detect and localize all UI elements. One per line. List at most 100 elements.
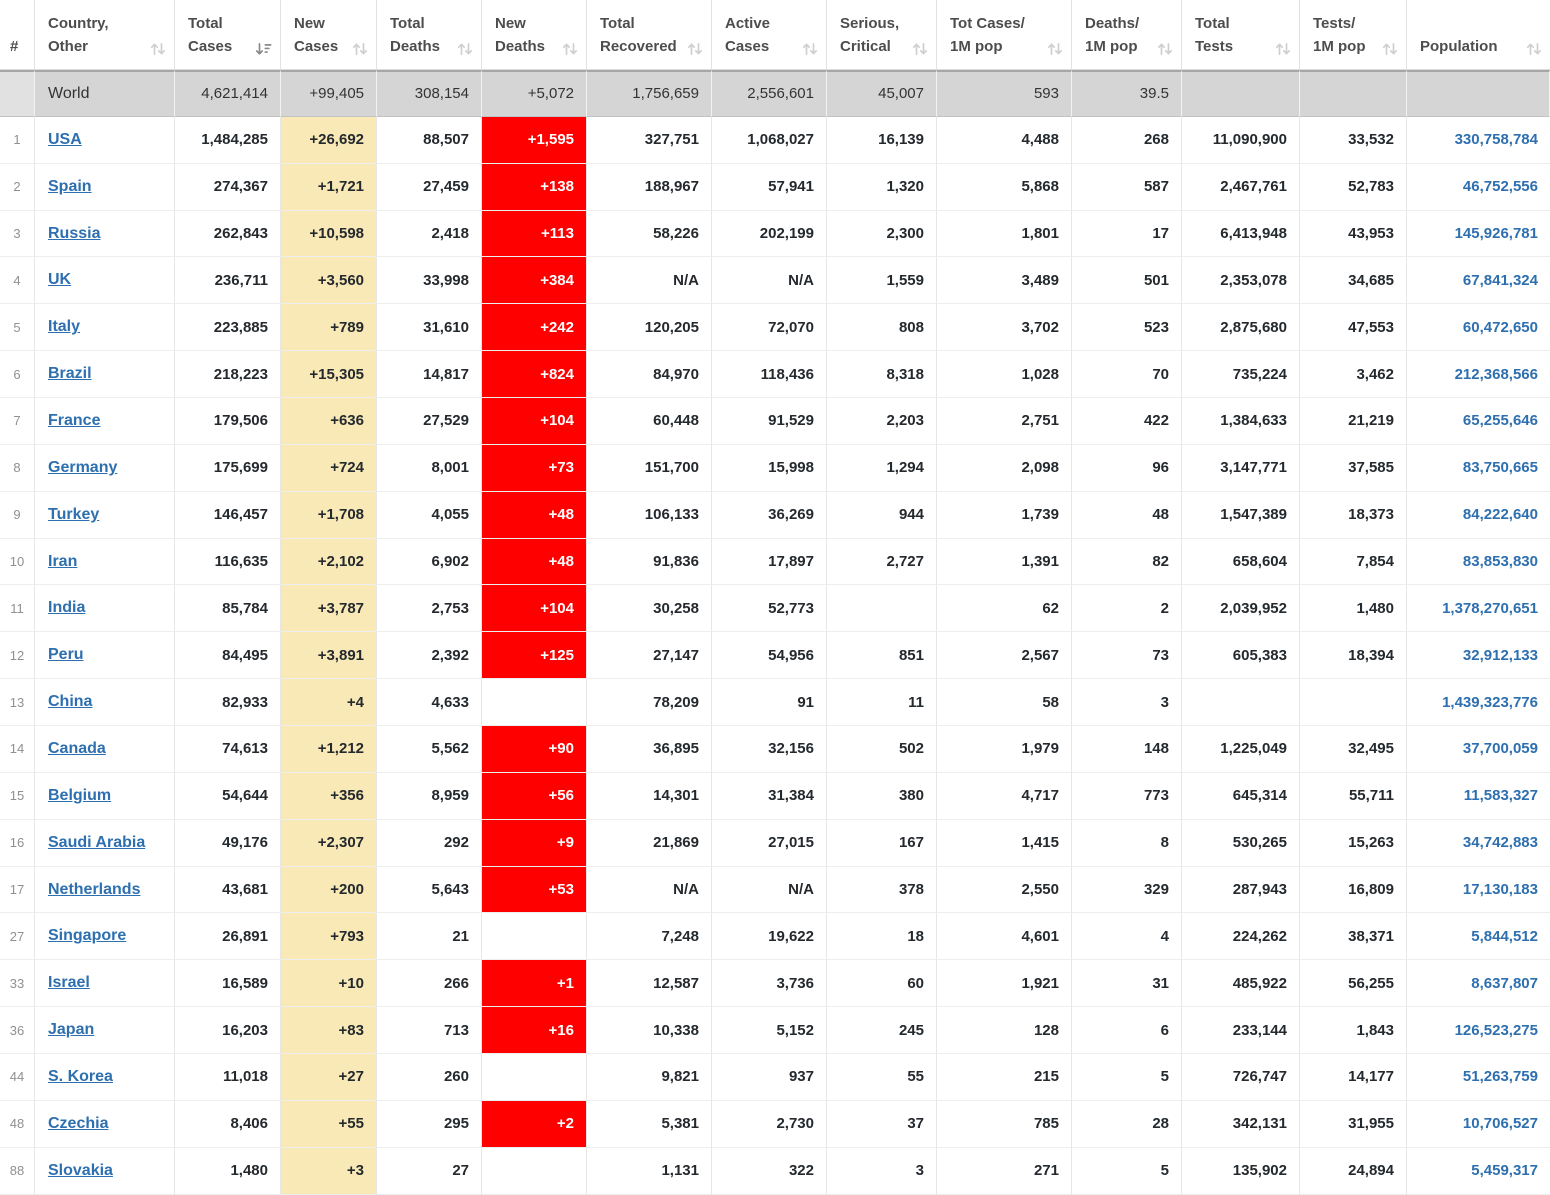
country-link[interactable]: Netherlands bbox=[48, 881, 140, 898]
cell-population: 65,255,646 bbox=[1407, 398, 1550, 445]
cell-total_cases: 11,018 bbox=[175, 1054, 281, 1101]
cell-total_cases: 8,406 bbox=[175, 1101, 281, 1148]
country-link[interactable]: Brazil bbox=[48, 365, 92, 382]
country-link[interactable]: Saudi Arabia bbox=[48, 834, 145, 851]
country-link[interactable]: S. Korea bbox=[48, 1068, 113, 1085]
country-link[interactable]: Germany bbox=[48, 459, 117, 476]
country-link[interactable]: Czechia bbox=[48, 1115, 108, 1132]
cell-tests_per_1m: 24,894 bbox=[1300, 1148, 1407, 1195]
cell-total_recovered: 27,147 bbox=[587, 632, 712, 679]
country-link[interactable]: Canada bbox=[48, 740, 106, 757]
cell-cases_per_1m: 2,567 bbox=[937, 632, 1072, 679]
cell-deaths_per_1m: 48 bbox=[1072, 492, 1182, 539]
country-link[interactable]: Peru bbox=[48, 646, 84, 663]
cell-serious_critical: 502 bbox=[827, 726, 937, 773]
cell-population: 1,439,323,776 bbox=[1407, 679, 1550, 726]
cell-total_cases: 179,506 bbox=[175, 398, 281, 445]
cell-tests_per_1m: 15,263 bbox=[1300, 820, 1407, 867]
country-link[interactable]: Turkey bbox=[48, 506, 99, 523]
cell-new_deaths: +53 bbox=[482, 867, 587, 914]
cell-cases_per_1m: 1,391 bbox=[937, 539, 1072, 586]
cell-serious_critical: 245 bbox=[827, 1007, 937, 1054]
column-label: Total bbox=[390, 12, 440, 35]
cell-new_deaths: +125 bbox=[482, 632, 587, 679]
cell-rank: 9 bbox=[0, 492, 35, 539]
cell-total_recovered: 30,258 bbox=[587, 585, 712, 632]
cell-country: Italy bbox=[35, 304, 175, 351]
cell-rank: 27 bbox=[0, 913, 35, 960]
cell-new_cases: +4 bbox=[281, 679, 377, 726]
country-link[interactable]: Italy bbox=[48, 318, 80, 335]
country-link[interactable]: France bbox=[48, 412, 100, 429]
cell-total_recovered: 36,895 bbox=[587, 726, 712, 773]
country-link[interactable]: China bbox=[48, 693, 92, 710]
cell-serious_critical bbox=[827, 585, 937, 632]
country-link[interactable]: Japan bbox=[48, 1021, 94, 1038]
cell-new_deaths bbox=[482, 679, 587, 726]
column-header-new_cases[interactable]: NewCases bbox=[281, 0, 377, 70]
country-link[interactable]: Slovakia bbox=[48, 1162, 113, 1179]
column-label: Total bbox=[188, 12, 232, 35]
cell-active_cases: 52,773 bbox=[712, 585, 827, 632]
cell-cases_per_1m: 2,098 bbox=[937, 445, 1072, 492]
cell-total_recovered: 91,836 bbox=[587, 539, 712, 586]
column-header-deaths_per_1m[interactable]: Deaths/1M pop bbox=[1072, 0, 1182, 70]
column-header-population[interactable]: Population bbox=[1407, 0, 1550, 70]
cell-country: Czechia bbox=[35, 1101, 175, 1148]
column-header-total_tests[interactable]: TotalTests bbox=[1182, 0, 1300, 70]
column-header-new_deaths[interactable]: NewDeaths bbox=[482, 0, 587, 70]
country-link[interactable]: Singapore bbox=[48, 927, 126, 944]
cell-total_recovered: 188,967 bbox=[587, 164, 712, 211]
cell-tests_per_1m: 43,953 bbox=[1300, 211, 1407, 258]
covid-statistics-table-page: #Country,OtherTotalCasesNewCasesTotalDea… bbox=[0, 0, 1550, 1195]
cell-tests_per_1m: 37,585 bbox=[1300, 445, 1407, 492]
cell-total_deaths: 295 bbox=[377, 1101, 482, 1148]
column-header-total_deaths[interactable]: TotalDeaths bbox=[377, 0, 482, 70]
column-header-serious_critical[interactable]: Serious,Critical bbox=[827, 0, 937, 70]
column-label: Country, bbox=[48, 12, 109, 35]
cell-total_tests: 287,943 bbox=[1182, 867, 1300, 914]
country-link[interactable]: Israel bbox=[48, 974, 90, 991]
cell-total_recovered: 327,751 bbox=[587, 117, 712, 164]
cell-population: 1,378,270,651 bbox=[1407, 585, 1550, 632]
cell-tests_per_1m: 34,685 bbox=[1300, 257, 1407, 304]
country-link[interactable]: Iran bbox=[48, 553, 77, 570]
country-link[interactable]: USA bbox=[48, 131, 82, 148]
cell-new_deaths: +48 bbox=[482, 539, 587, 586]
cell-tests_per_1m: 33,532 bbox=[1300, 117, 1407, 164]
column-header-total_cases[interactable]: TotalCases bbox=[175, 0, 281, 70]
country-link[interactable]: UK bbox=[48, 271, 71, 288]
column-header-total_recovered[interactable]: TotalRecovered bbox=[587, 0, 712, 70]
cell-tests_per_1m: 38,371 bbox=[1300, 913, 1407, 960]
column-header-active_cases[interactable]: ActiveCases bbox=[712, 0, 827, 70]
country-link[interactable]: Belgium bbox=[48, 787, 111, 804]
cell-total_cases: 16,203 bbox=[175, 1007, 281, 1054]
cell-total_tests bbox=[1182, 679, 1300, 726]
cell-total_recovered: 10,338 bbox=[587, 1007, 712, 1054]
column-header-country[interactable]: Country,Other bbox=[35, 0, 175, 70]
country-link[interactable]: India bbox=[48, 599, 85, 616]
cell-country: France bbox=[35, 398, 175, 445]
cell-total_cases: 236,711 bbox=[175, 257, 281, 304]
cell-cases_per_1m: 1,801 bbox=[937, 211, 1072, 258]
cell-population: 5,459,317 bbox=[1407, 1148, 1550, 1195]
cell-tests_per_1m: 47,553 bbox=[1300, 304, 1407, 351]
cell-rank: 14 bbox=[0, 726, 35, 773]
covid-table: #Country,OtherTotalCasesNewCasesTotalDea… bbox=[0, 0, 1550, 1195]
column-header-cases_per_1m[interactable]: Tot Cases/1M pop bbox=[937, 0, 1072, 70]
cell-country: Brazil bbox=[35, 351, 175, 398]
cell-tests_per_1m: 7,854 bbox=[1300, 539, 1407, 586]
cell-new_deaths: +9 bbox=[482, 820, 587, 867]
cell-serious_critical: 808 bbox=[827, 304, 937, 351]
column-header-tests_per_1m[interactable]: Tests/1M pop bbox=[1300, 0, 1407, 70]
cell-new_deaths: +73 bbox=[482, 445, 587, 492]
country-link[interactable]: Spain bbox=[48, 178, 92, 195]
column-label: Critical bbox=[840, 35, 899, 58]
cell-country: Belgium bbox=[35, 773, 175, 820]
cell-cases_per_1m: 128 bbox=[937, 1007, 1072, 1054]
cell-total_recovered: N/A bbox=[587, 257, 712, 304]
cell-total_recovered: 12,587 bbox=[587, 960, 712, 1007]
cell-country: Netherlands bbox=[35, 867, 175, 914]
cell-cases_per_1m: 785 bbox=[937, 1101, 1072, 1148]
country-link[interactable]: Russia bbox=[48, 225, 100, 242]
